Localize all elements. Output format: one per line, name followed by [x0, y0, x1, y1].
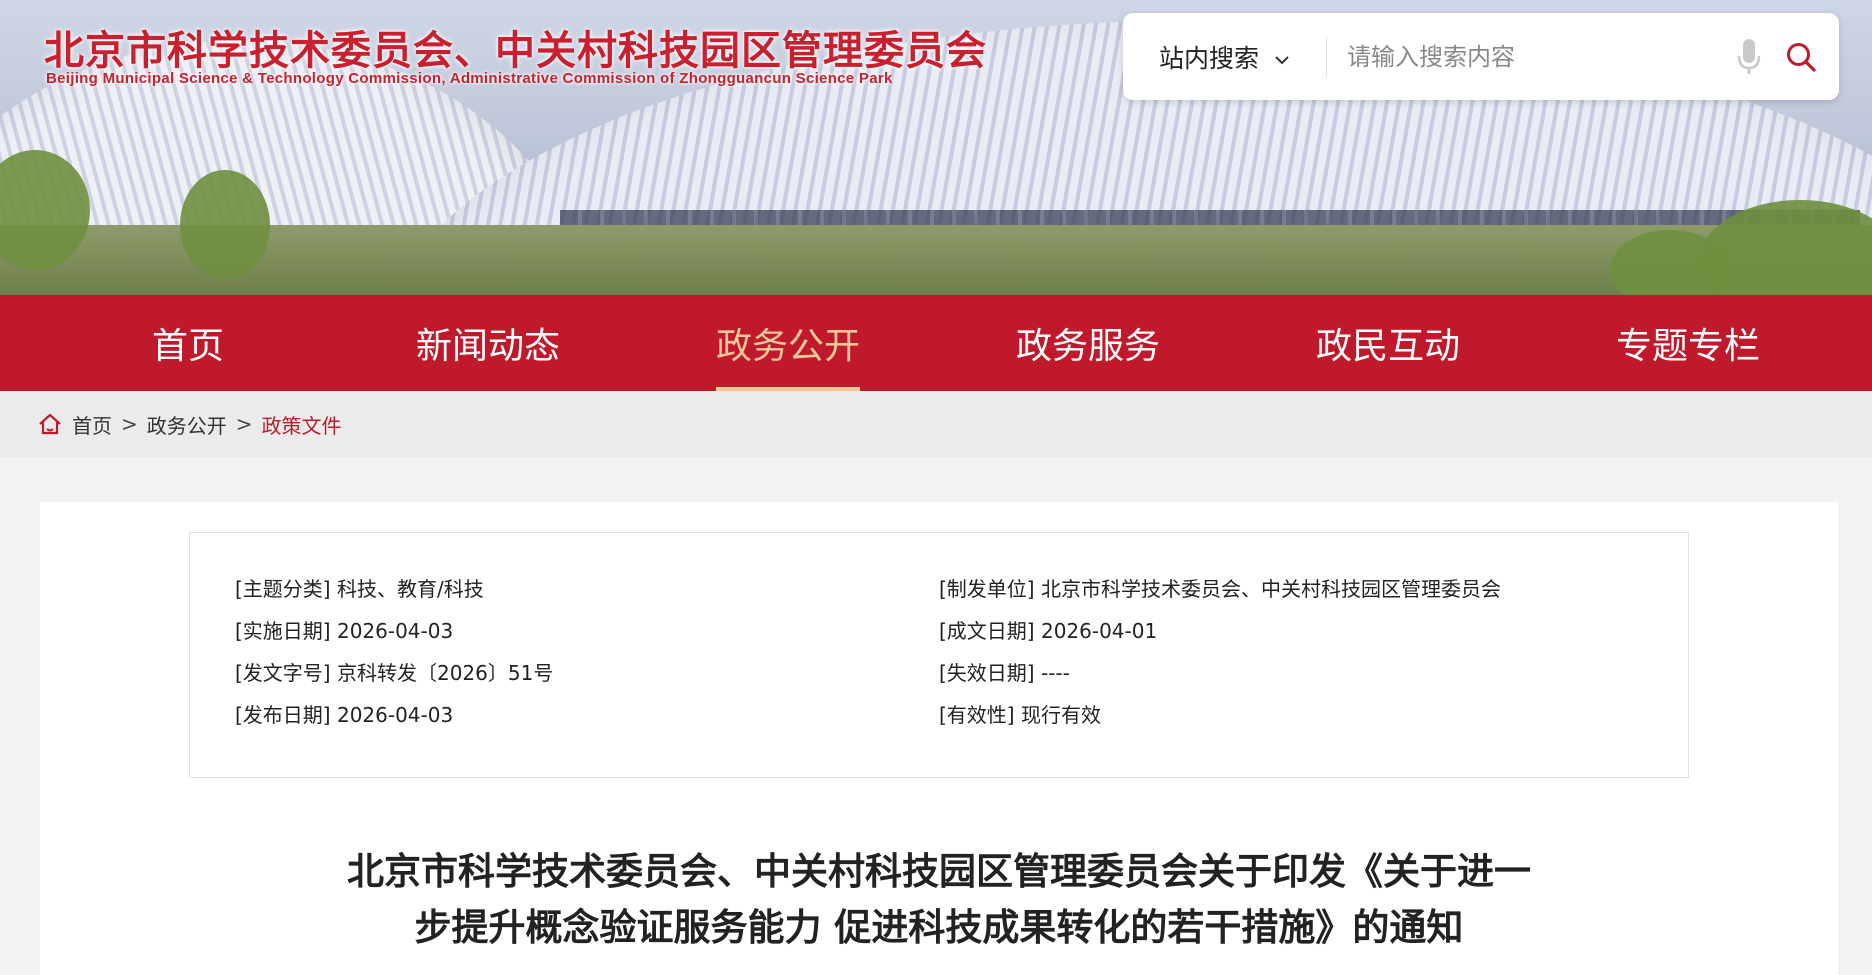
main-nav: 首页 新闻动态 政务公开 政务服务 政民互动 专题专栏	[0, 295, 1872, 391]
meta-key: [有效性]	[939, 703, 1015, 727]
content-area: [主题分类] 科技、教育/科技 [实施日期] 2026-04-03 [发文字号]…	[40, 502, 1838, 975]
meta-value: 北京市科学技术委员会、中关村科技园区管理委员会	[1040, 577, 1501, 601]
meta-column-left: [主题分类] 科技、教育/科技 [实施日期] 2026-04-03 [发文字号]…	[235, 573, 553, 741]
meta-written-date: [成文日期] 2026-04-01	[939, 615, 1501, 657]
meta-key: [发布日期]	[235, 703, 331, 727]
meta-key: [实施日期]	[235, 619, 331, 643]
header-banner: 北京市科学技术委员会、中关村科技园区管理委员会 Beijing Municipa…	[0, 0, 1872, 295]
meta-expiry-date: [失效日期] ----	[939, 657, 1501, 699]
banner-ground	[0, 225, 1872, 295]
breadcrumb-government-affairs[interactable]: 政务公开	[147, 410, 227, 439]
meta-issuing-unit: [制发单位] 北京市科学技术委员会、中关村科技园区管理委员会	[939, 573, 1501, 615]
meta-value: 2026-04-03	[336, 619, 454, 643]
nav-item-government-services[interactable]: 政务服务	[938, 295, 1238, 391]
nav-item-interaction[interactable]: 政民互动	[1238, 295, 1538, 391]
meta-key: [发文字号]	[235, 661, 331, 685]
microphone-icon[interactable]	[1723, 38, 1775, 76]
breadcrumb-policy-documents[interactable]: 政策文件	[262, 410, 342, 439]
meta-value: 现行有效	[1020, 703, 1101, 727]
meta-document-number: [发文字号] 京科转发〔2026〕51号	[235, 657, 553, 699]
meta-effective-date: [实施日期] 2026-04-03	[235, 615, 553, 657]
meta-validity: [有效性] 现行有效	[939, 699, 1501, 741]
search-scope-dropdown[interactable]: 站内搜索	[1123, 36, 1327, 77]
nav-item-home[interactable]: 首页	[38, 295, 338, 391]
breadcrumb: 首页 > 政务公开 > 政策文件	[0, 391, 1872, 457]
site-subtitle: Beijing Municipal Science & Technology C…	[46, 70, 893, 87]
document-title: 北京市科学技术委员会、中关村科技园区管理委员会关于印发《关于进一 步提升概念验证…	[40, 844, 1838, 956]
meta-value: 科技、教育/科技	[336, 577, 484, 601]
meta-key: [失效日期]	[939, 661, 1035, 685]
site-title[interactable]: 北京市科学技术委员会、中关村科技园区管理委员会	[44, 18, 987, 76]
meta-publish-date: [发布日期] 2026-04-03	[235, 699, 553, 741]
meta-key: [成文日期]	[939, 619, 1035, 643]
meta-column-right: [制发单位] 北京市科学技术委员会、中关村科技园区管理委员会 [成文日期] 20…	[939, 573, 1501, 741]
nav-item-government-affairs[interactable]: 政务公开	[638, 295, 938, 391]
search-icon[interactable]	[1775, 42, 1827, 72]
meta-value: 京科转发〔2026〕51号	[336, 661, 554, 685]
breadcrumb-separator: >	[121, 412, 138, 436]
breadcrumb-home[interactable]: 首页	[72, 410, 112, 439]
meta-key: [制发单位]	[939, 577, 1035, 601]
home-icon[interactable]	[38, 413, 62, 435]
document-meta-box: [主题分类] 科技、教育/科技 [实施日期] 2026-04-03 [发文字号]…	[189, 532, 1689, 778]
breadcrumb-separator: >	[235, 412, 253, 436]
meta-key: [主题分类]	[235, 577, 331, 601]
nav-item-special-topics[interactable]: 专题专栏	[1538, 295, 1838, 391]
meta-value: 2026-04-01	[1040, 619, 1158, 643]
search-input[interactable]	[1327, 42, 1723, 71]
nav-item-news[interactable]: 新闻动态	[338, 295, 638, 391]
document-title-line1: 北京市科学技术委员会、中关村科技园区管理委员会关于印发《关于进一	[347, 850, 1531, 893]
search-scope-label: 站内搜索	[1159, 43, 1260, 73]
meta-value: ----	[1040, 661, 1070, 685]
meta-subject-category: [主题分类] 科技、教育/科技	[235, 573, 553, 615]
chevron-down-icon	[1275, 42, 1289, 71]
document-title-line2: 步提升概念验证服务能力 促进科技成果转化的若干措施》的通知	[414, 906, 1464, 949]
search-box: 站内搜索	[1123, 13, 1839, 100]
banner-tree	[180, 170, 270, 280]
meta-value: 2026-04-03	[336, 703, 454, 727]
